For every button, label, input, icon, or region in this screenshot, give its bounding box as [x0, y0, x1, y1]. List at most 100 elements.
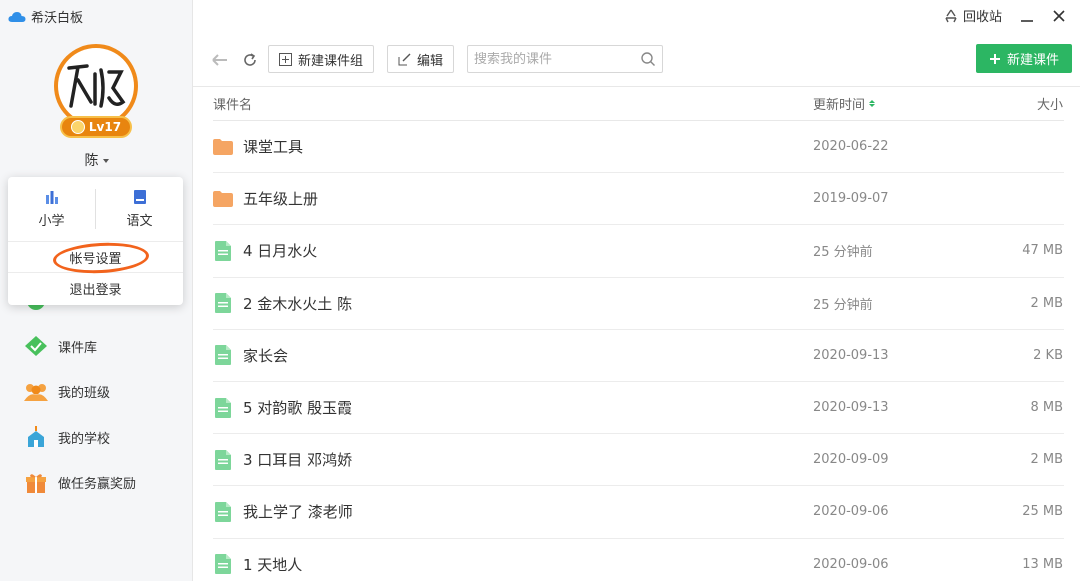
row-date: 2020-09-06	[813, 504, 889, 520]
sidebar-item-my-school[interactable]: 我的学校	[0, 415, 193, 461]
table-row[interactable]: 2 金木水火土 陈 25 分钟前 2 MB	[213, 278, 1064, 330]
row-name-cell: 五年级上册	[213, 188, 813, 209]
row-size: 13 MB	[1022, 556, 1063, 572]
row-name: 1 天地人	[243, 555, 303, 574]
table-row[interactable]: 家长会 2020-09-13 2 KB	[213, 330, 1064, 382]
account-popup: 小学 语文 帐号设置 退出登录	[8, 177, 183, 305]
new-courseware-label: 新建课件	[1006, 53, 1059, 68]
school-icon	[24, 425, 48, 449]
file-icon	[213, 293, 233, 314]
logout-item[interactable]: 退出登录	[8, 273, 183, 304]
edit-icon	[398, 53, 411, 65]
row-name-cell: 1 天地人	[213, 554, 813, 575]
group-icon	[24, 380, 48, 404]
grade-label: 小学	[38, 213, 65, 229]
sidebar-item-label: 课件库	[58, 340, 98, 356]
medal-icon	[70, 120, 85, 134]
recycle-icon	[945, 9, 957, 22]
building-icon	[45, 190, 58, 204]
sidebar-item-label: 做任务赢奖励	[58, 477, 137, 493]
account-settings-item[interactable]: 帐号设置	[8, 240, 183, 276]
sidebar-item-my-class[interactable]: 我的班级	[0, 369, 193, 415]
sort-icon	[869, 100, 876, 107]
column-name-header[interactable]: 课件名	[213, 94, 813, 113]
recycle-bin-button[interactable]: 回收站	[943, 6, 1002, 25]
new-courseware-button[interactable]: 新建课件	[976, 44, 1072, 73]
row-date: 2020-09-13	[813, 347, 889, 363]
search-input[interactable]	[474, 51, 634, 67]
cloud-logo-icon	[8, 11, 26, 22]
plus-box-icon	[279, 52, 292, 66]
table-body: 课堂工具 2020-06-22 五年级上册 2019-09-07 4 日月水火 25 分钟…	[193, 121, 1080, 581]
sidebar-item-label: 我的班级	[58, 386, 111, 402]
sidebar: 希沃白板 Lv17 陈 课件库 我的班级 我的学校 做任务赢奖励 小学 语文 帐…	[0, 0, 193, 581]
row-name: 课堂工具	[243, 138, 304, 157]
username-dropdown[interactable]: 陈	[0, 150, 193, 170]
close-icon[interactable]	[1052, 9, 1066, 23]
table-row[interactable]: 课堂工具 2020-06-22	[213, 121, 1064, 174]
refresh-icon[interactable]	[240, 50, 260, 70]
new-group-button[interactable]: 新建课件组	[268, 45, 375, 73]
table-row[interactable]: 我上学了 漆老师 2020-09-06 25 MB	[213, 486, 1064, 539]
file-icon	[213, 554, 233, 575]
row-date: 2020-09-06	[813, 556, 889, 572]
folder-icon	[213, 137, 233, 157]
table-row[interactable]: 4 日月水火 25 分钟前 47 MB	[213, 225, 1064, 278]
file-icon	[213, 397, 233, 418]
file-icon	[213, 449, 233, 470]
row-name: 3 口耳目 邓鸿娇	[243, 451, 353, 470]
row-date: 2019-09-07	[813, 191, 889, 207]
row-size: 25 MB	[1022, 504, 1063, 520]
subject-selector[interactable]: 语文	[96, 177, 183, 241]
diamond-icon	[24, 334, 48, 358]
window-controls: 回收站	[943, 6, 1066, 25]
sidebar-item-label: 我的学校	[58, 431, 111, 447]
avatar-calligraphy-image	[67, 64, 126, 108]
row-date: 2020-09-13	[813, 400, 889, 416]
row-date: 25 分钟前	[813, 245, 873, 261]
toolbar: 新建课件组 编辑 新建课件	[193, 44, 1080, 76]
file-icon	[213, 345, 233, 366]
row-size: 8 MB	[1030, 400, 1063, 416]
search-icon[interactable]	[640, 51, 656, 67]
column-size-header[interactable]: 大小	[983, 94, 1063, 113]
row-size: 2 MB	[1030, 452, 1063, 468]
grade-selector[interactable]: 小学	[8, 177, 95, 241]
row-name-cell: 课堂工具	[213, 136, 813, 157]
book-icon	[133, 189, 146, 204]
row-name: 五年级上册	[243, 190, 319, 209]
row-name-cell: 2 金木水火土 陈	[213, 293, 813, 314]
edit-button[interactable]: 编辑	[387, 45, 455, 73]
logout-label: 退出登录	[69, 283, 122, 298]
sidebar-item-courseware-library[interactable]: 课件库	[0, 324, 193, 370]
highlight-circle	[52, 240, 150, 276]
table-header: 课件名 更新时间 大小	[213, 87, 1064, 121]
sidebar-item-tasks-rewards[interactable]: 做任务赢奖励	[0, 460, 193, 506]
table-row[interactable]: 5 对韵歌 殷玉霞 2020-09-13 8 MB	[213, 382, 1064, 435]
row-name: 4 日月水火	[243, 242, 318, 261]
file-icon	[213, 501, 233, 522]
row-name-cell: 家长会	[213, 345, 813, 366]
row-name: 家长会	[243, 346, 289, 365]
column-updated-header[interactable]: 更新时间	[813, 94, 983, 113]
back-arrow-icon[interactable]	[210, 50, 230, 70]
new-group-label: 新建课件组	[298, 53, 364, 69]
row-name: 2 金木水火土 陈	[243, 294, 353, 313]
row-name-cell: 5 对韵歌 殷玉霞	[213, 397, 813, 418]
row-size: 47 MB	[1022, 243, 1063, 259]
row-date: 2020-09-09	[813, 452, 889, 468]
row-name: 我上学了 漆老师	[243, 503, 353, 522]
minimize-icon[interactable]	[1020, 9, 1034, 23]
plus-icon	[989, 53, 1000, 64]
table-row[interactable]: 五年级上册 2019-09-07	[213, 173, 1064, 226]
sidebar-nav: 课件库 我的班级 我的学校 做任务赢奖励	[0, 278, 193, 506]
file-icon	[213, 240, 233, 261]
edit-label: 编辑	[417, 53, 444, 69]
table-row[interactable]: 3 口耳目 邓鸿娇 2020-09-09 2 MB	[213, 434, 1064, 487]
gift-icon	[24, 471, 48, 495]
caret-down-icon	[102, 159, 109, 163]
row-name-cell: 3 口耳目 邓鸿娇	[213, 449, 813, 470]
recycle-label: 回收站	[962, 10, 1002, 25]
courseware-table: 课件名 更新时间 大小 课堂工具 2020-06-22 五年级上册 2019-09-0…	[193, 86, 1080, 581]
table-row[interactable]: 1 天地人 2020-09-06 13 MB	[213, 539, 1064, 581]
